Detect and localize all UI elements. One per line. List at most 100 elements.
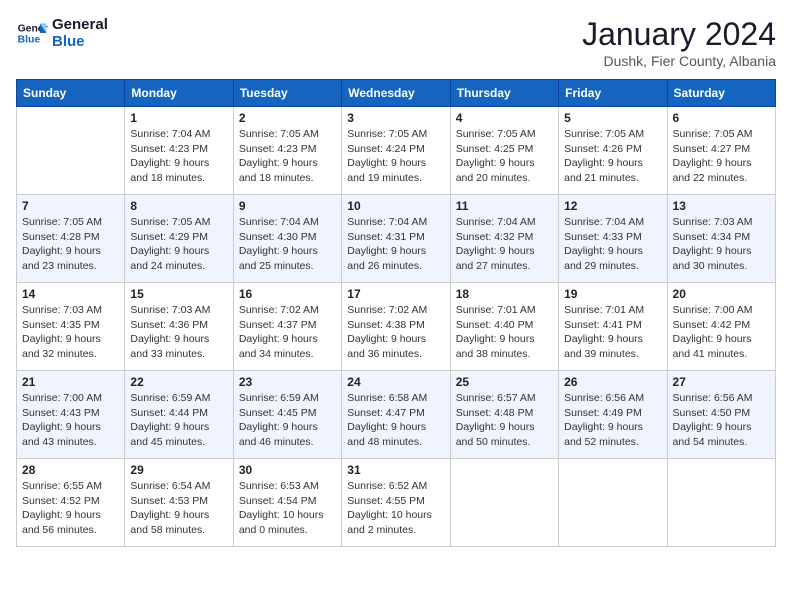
day-number: 31 [347,463,444,477]
day-info: Sunrise: 7:03 AM Sunset: 4:36 PM Dayligh… [130,303,227,362]
logo-blue: Blue [52,33,108,50]
day-number: 18 [456,287,553,301]
calendar-cell: 10Sunrise: 7:04 AM Sunset: 4:31 PM Dayli… [342,195,450,283]
logo: General Blue General Blue [16,16,108,50]
calendar-cell: 29 Sunrise: 6:54 AM Sunset: 4:53 PM Dayli… [125,459,233,547]
day-info: Sunrise: 7:05 AM Sunset: 4:24 PM Dayligh… [347,127,444,186]
day-info: Sunrise: 6:53 AM Sunset: 4:54 PM Dayligh… [239,479,336,538]
day-number: 19 [564,287,661,301]
logo-general: General [52,16,108,33]
day-info: Sunrise: 7:05 AM Sunset: 4:25 PM Dayligh… [456,127,553,186]
day-info: Sunrise: 7:05 AM Sunset: 4:29 PM Dayligh… [130,215,227,274]
logo-icon: General Blue [16,17,48,49]
day-number: 25 [456,375,553,389]
day-number: 30 [239,463,336,477]
calendar-week-row: 21 Sunrise: 7:00 AM Sunset: 4:43 PM Dayli… [17,371,776,459]
day-number: 1 [130,111,227,125]
day-info: Sunrise: 7:00 AM Sunset: 4:43 PM Dayligh… [22,391,119,450]
calendar-cell: 6 Sunrise: 7:05 AM Sunset: 4:27 PM Daylig… [667,107,775,195]
calendar-cell: 25 Sunrise: 6:57 AM Sunset: 4:48 PM Dayli… [450,371,558,459]
day-number: 22 [130,375,227,389]
calendar-cell: 4Sunrise: 7:05 AM Sunset: 4:25 PM Daylig… [450,107,558,195]
weekday-header: Wednesday [342,80,450,107]
calendar-week-row: 7Sunrise: 7:05 AM Sunset: 4:28 PM Daylig… [17,195,776,283]
day-number: 2 [239,111,336,125]
location-subtitle: Dushk, Fier County, Albania [582,53,776,69]
calendar-cell [559,459,667,547]
day-number: 15 [130,287,227,301]
day-info: Sunrise: 7:04 AM Sunset: 4:32 PM Dayligh… [456,215,553,274]
weekday-header: Thursday [450,80,558,107]
page-header: General Blue General Blue January 2024 D… [16,16,776,69]
day-info: Sunrise: 6:55 AM Sunset: 4:52 PM Dayligh… [22,479,119,538]
calendar-cell: 23Sunrise: 6:59 AM Sunset: 4:45 PM Dayli… [233,371,341,459]
weekday-header: Saturday [667,80,775,107]
day-info: Sunrise: 6:58 AM Sunset: 4:47 PM Dayligh… [347,391,444,450]
calendar-cell: 30 Sunrise: 6:53 AM Sunset: 4:54 PM Dayli… [233,459,341,547]
calendar-cell [17,107,125,195]
calendar-table: SundayMondayTuesdayWednesdayThursdayFrid… [16,79,776,547]
calendar-week-row: 14 Sunrise: 7:03 AM Sunset: 4:35 PM Dayli… [17,283,776,371]
calendar-cell: 14 Sunrise: 7:03 AM Sunset: 4:35 PM Dayli… [17,283,125,371]
day-number: 12 [564,199,661,213]
calendar-cell: 22Sunrise: 6:59 AM Sunset: 4:44 PM Dayli… [125,371,233,459]
title-block: January 2024 Dushk, Fier County, Albania [582,16,776,69]
day-info: Sunrise: 7:03 AM Sunset: 4:35 PM Dayligh… [22,303,119,362]
day-number: 28 [22,463,119,477]
day-info: Sunrise: 7:04 AM Sunset: 4:23 PM Dayligh… [130,127,227,186]
svg-text:Blue: Blue [18,35,41,46]
calendar-cell: 8 Sunrise: 7:05 AM Sunset: 4:29 PM Daylig… [125,195,233,283]
day-info: Sunrise: 6:54 AM Sunset: 4:53 PM Dayligh… [130,479,227,538]
day-number: 17 [347,287,444,301]
day-number: 21 [22,375,119,389]
day-info: Sunrise: 7:05 AM Sunset: 4:23 PM Dayligh… [239,127,336,186]
calendar-cell: 18Sunrise: 7:01 AM Sunset: 4:40 PM Dayli… [450,283,558,371]
day-info: Sunrise: 6:56 AM Sunset: 4:50 PM Dayligh… [673,391,770,450]
day-info: Sunrise: 7:05 AM Sunset: 4:28 PM Dayligh… [22,215,119,274]
calendar-cell [667,459,775,547]
calendar-cell: 7Sunrise: 7:05 AM Sunset: 4:28 PM Daylig… [17,195,125,283]
day-number: 9 [239,199,336,213]
day-info: Sunrise: 7:01 AM Sunset: 4:41 PM Dayligh… [564,303,661,362]
day-number: 26 [564,375,661,389]
day-info: Sunrise: 7:03 AM Sunset: 4:34 PM Dayligh… [673,215,770,274]
calendar-cell: 17 Sunrise: 7:02 AM Sunset: 4:38 PM Dayli… [342,283,450,371]
day-number: 29 [130,463,227,477]
calendar-cell: 11 Sunrise: 7:04 AM Sunset: 4:32 PM Dayli… [450,195,558,283]
day-info: Sunrise: 7:04 AM Sunset: 4:33 PM Dayligh… [564,215,661,274]
calendar-cell: 15 Sunrise: 7:03 AM Sunset: 4:36 PM Dayli… [125,283,233,371]
weekday-header: Friday [559,80,667,107]
day-info: Sunrise: 7:05 AM Sunset: 4:27 PM Dayligh… [673,127,770,186]
day-info: Sunrise: 7:02 AM Sunset: 4:38 PM Dayligh… [347,303,444,362]
day-number: 13 [673,199,770,213]
calendar-cell [450,459,558,547]
day-info: Sunrise: 6:56 AM Sunset: 4:49 PM Dayligh… [564,391,661,450]
calendar-cell: 12 Sunrise: 7:04 AM Sunset: 4:33 PM Dayli… [559,195,667,283]
calendar-week-row: 28 Sunrise: 6:55 AM Sunset: 4:52 PM Dayli… [17,459,776,547]
day-info: Sunrise: 6:57 AM Sunset: 4:48 PM Dayligh… [456,391,553,450]
calendar-cell: 13 Sunrise: 7:03 AM Sunset: 4:34 PM Dayli… [667,195,775,283]
day-info: Sunrise: 7:04 AM Sunset: 4:30 PM Dayligh… [239,215,336,274]
day-info: Sunrise: 7:00 AM Sunset: 4:42 PM Dayligh… [673,303,770,362]
day-number: 10 [347,199,444,213]
day-number: 8 [130,199,227,213]
day-info: Sunrise: 6:52 AM Sunset: 4:55 PM Dayligh… [347,479,444,538]
calendar-week-row: 1 Sunrise: 7:04 AM Sunset: 4:23 PM Daylig… [17,107,776,195]
day-number: 27 [673,375,770,389]
day-number: 14 [22,287,119,301]
calendar-cell: 9 Sunrise: 7:04 AM Sunset: 4:30 PM Daylig… [233,195,341,283]
day-number: 24 [347,375,444,389]
day-number: 11 [456,199,553,213]
calendar-cell: 19 Sunrise: 7:01 AM Sunset: 4:41 PM Dayli… [559,283,667,371]
day-number: 6 [673,111,770,125]
calendar-cell: 5 Sunrise: 7:05 AM Sunset: 4:26 PM Daylig… [559,107,667,195]
calendar-cell: 3Sunrise: 7:05 AM Sunset: 4:24 PM Daylig… [342,107,450,195]
calendar-cell: 27 Sunrise: 6:56 AM Sunset: 4:50 PM Dayli… [667,371,775,459]
calendar-cell: 20Sunrise: 7:00 AM Sunset: 4:42 PM Dayli… [667,283,775,371]
day-number: 23 [239,375,336,389]
calendar-cell: 24 Sunrise: 6:58 AM Sunset: 4:47 PM Dayli… [342,371,450,459]
day-number: 5 [564,111,661,125]
day-info: Sunrise: 7:02 AM Sunset: 4:37 PM Dayligh… [239,303,336,362]
day-info: Sunrise: 7:05 AM Sunset: 4:26 PM Dayligh… [564,127,661,186]
calendar-cell: 31 Sunrise: 6:52 AM Sunset: 4:55 PM Dayli… [342,459,450,547]
